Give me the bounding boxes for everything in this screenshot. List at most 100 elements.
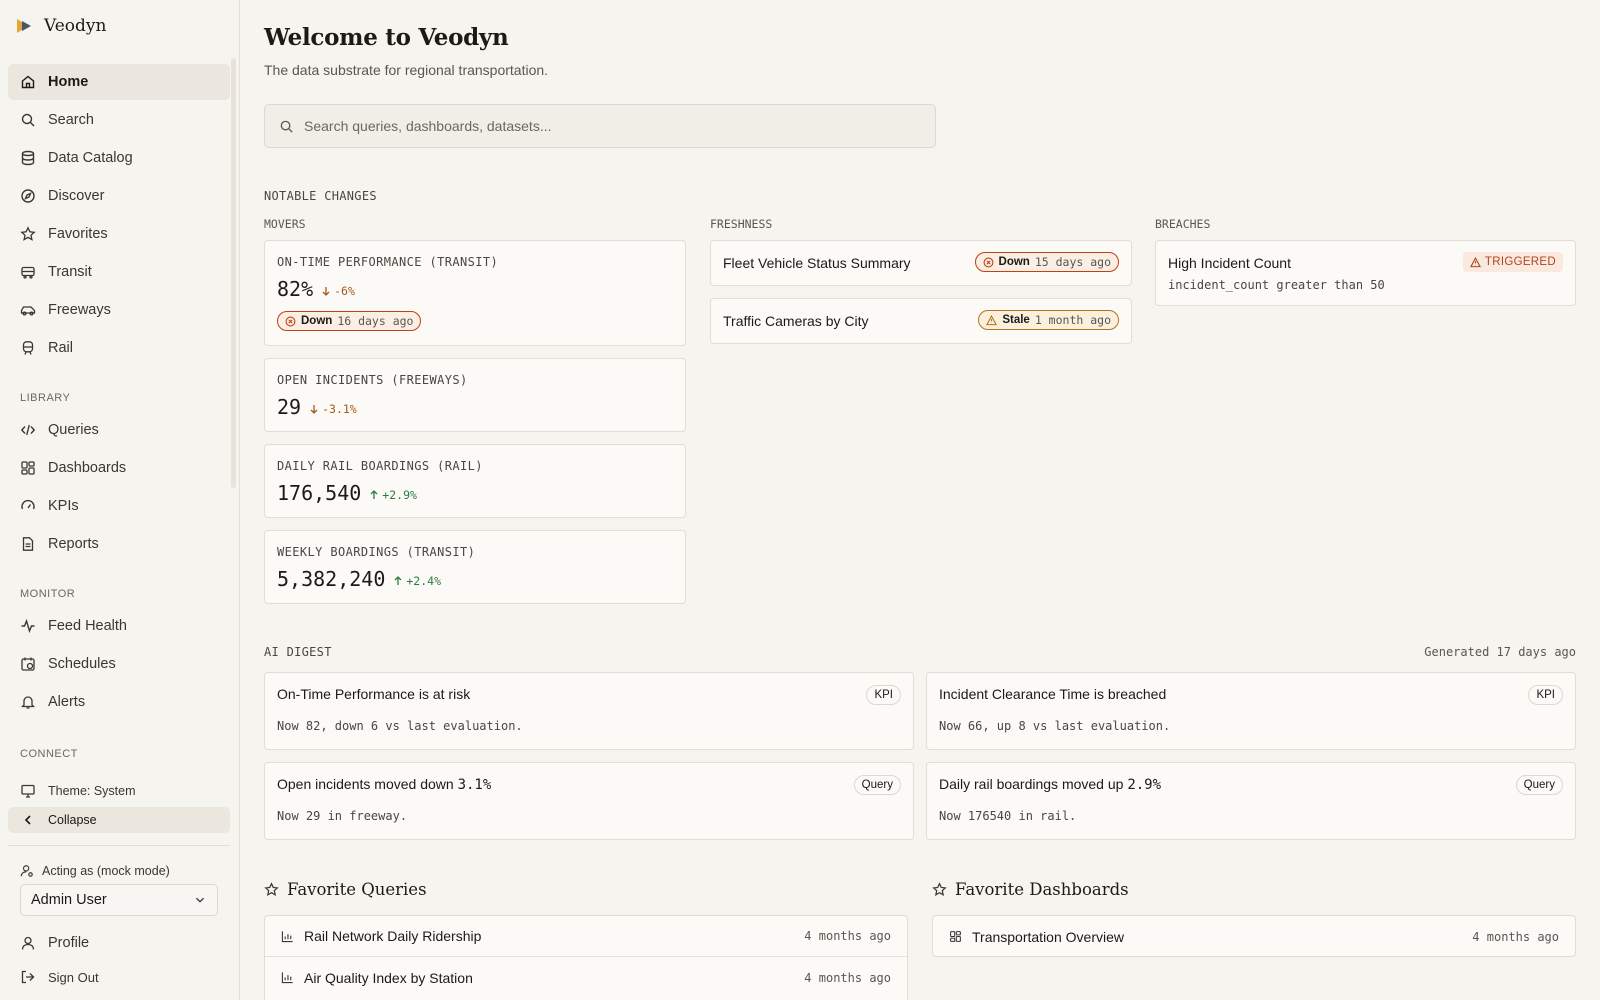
digest-tag: Query — [853, 775, 901, 795]
digest-card[interactable]: On-Time Performance is at risk KPI Now 8… — [264, 672, 914, 750]
sidebar-item-alerts[interactable]: Alerts — [8, 684, 230, 720]
bell-icon — [20, 696, 36, 709]
digest-desc: Now 29 in freeway. — [277, 809, 408, 823]
mover-value: 82% — [277, 277, 314, 301]
gauge-icon — [21, 499, 35, 510]
digest-title: Daily rail boardings moved up 2.9% — [939, 776, 1161, 793]
freshness-name: Traffic Cameras by City — [723, 313, 869, 329]
acting-as-text: Acting as (mock mode) — [42, 864, 170, 878]
mover-value-row: 176,540 +2.9% — [277, 481, 417, 505]
search-icon — [280, 120, 293, 133]
digest-desc: Now 176540 in rail. — [939, 809, 1077, 823]
sidebar-item-data-catalog[interactable]: Data Catalog — [8, 140, 230, 176]
digest-card[interactable]: Daily rail boardings moved up 2.9% Query… — [926, 762, 1576, 840]
mover-card[interactable]: OPEN INCIDENTS (FREEWAYS) 29 -3.1% — [264, 358, 686, 432]
star-icon — [264, 882, 279, 896]
mover-card[interactable]: ON-TIME PERFORMANCE (TRANSIT) 82% -6% Do… — [264, 240, 686, 346]
sidebar-item-label: Data Catalog — [48, 150, 133, 166]
mover-value-row: 5,382,240 +2.4% — [277, 567, 441, 591]
digest-generated: Generated 17 days ago — [1424, 645, 1576, 659]
sidebar-item-favorites[interactable]: Favorites — [8, 216, 230, 252]
mover-value-row: 29 -3.1% — [277, 395, 357, 419]
sidebar-item-label: KPIs — [48, 498, 79, 514]
sidebar-item-sign-out[interactable]: Sign Out — [8, 962, 230, 992]
sidebar-item-dashboards[interactable]: Dashboards — [8, 450, 230, 486]
sidebar-item-feed-health[interactable]: Feed Health — [8, 608, 230, 644]
digest-title-number: 2.9% — [1127, 777, 1162, 793]
sidebar-item-reports[interactable]: Reports — [8, 526, 230, 562]
digest-card[interactable]: Incident Clearance Time is breached KPI … — [926, 672, 1576, 750]
mover-name: ON-TIME PERFORMANCE (TRANSIT) — [277, 255, 499, 269]
theme-label: Theme: System — [48, 784, 136, 798]
arrow-up-icon — [394, 576, 402, 585]
arrow-down-icon — [322, 287, 330, 296]
connect-nav: Theme: System Collapse — [8, 777, 230, 835]
veodyn-logo-icon — [17, 19, 31, 33]
triggered-badge: TRIGGERED — [1462, 252, 1563, 272]
library-nav: Queries Dashboards KPIs Reports — [8, 412, 230, 564]
compass-icon — [21, 189, 35, 203]
status-badge-ago: 16 days ago — [337, 314, 414, 328]
favorite-query-left: Rail Network Daily Ridership — [281, 928, 481, 944]
sidebar-item-label: Freeways — [48, 302, 111, 318]
monitor-nav: Feed Health Schedules Alerts — [8, 608, 230, 722]
sidebar-item-home[interactable]: Home — [8, 64, 230, 100]
freshness-card[interactable]: Traffic Cameras by City Stale 1 month ag… — [710, 298, 1132, 344]
code-icon — [20, 424, 36, 436]
user-icon — [21, 936, 35, 950]
freshness-card[interactable]: Fleet Vehicle Status Summary Down 15 day… — [710, 240, 1132, 286]
collapse-button[interactable]: Collapse — [8, 807, 230, 833]
sidebar-item-label: Search — [48, 112, 94, 128]
sidebar-item-profile[interactable]: Profile — [8, 926, 230, 960]
mover-card[interactable]: DAILY RAIL BOARDINGS (RAIL) 176,540 +2.9… — [264, 444, 686, 518]
sidebar-item-schedules[interactable]: Schedules — [8, 646, 230, 682]
sidebar-item-rail[interactable]: Rail — [8, 330, 230, 366]
sidebar-item-label: Favorites — [48, 226, 108, 242]
mover-delta-text: -6% — [334, 284, 355, 298]
status-badge-ago: 15 days ago — [1034, 255, 1111, 269]
collapse-label: Collapse — [48, 813, 97, 827]
mover-card[interactable]: WEEKLY BOARDINGS (TRANSIT) 5,382,240 +2.… — [264, 530, 686, 604]
favorite-query-row[interactable]: Air Quality Index by Station 4 months ag… — [265, 957, 907, 998]
sidebar-item-label: Reports — [48, 536, 99, 552]
digest-tag: KPI — [1528, 685, 1563, 705]
favorite-query-name: Rail Network Daily Ridership — [304, 928, 482, 944]
favorite-dashboards-list: Transportation Overview 4 months ago — [932, 915, 1576, 957]
theme-toggle[interactable]: Theme: System — [8, 777, 230, 805]
brand-name: Veodyn — [44, 16, 107, 36]
sidebar-item-search[interactable]: Search — [8, 102, 230, 138]
breach-card[interactable]: High Incident Count incident_count great… — [1155, 240, 1576, 306]
favorite-queries-list: Rail Network Daily Ridership 4 months ag… — [264, 915, 908, 1000]
breach-name: High Incident Count — [1168, 255, 1291, 271]
search-input[interactable]: Search queries, dashboards, datasets... — [264, 104, 936, 148]
sidebar-item-discover[interactable]: Discover — [8, 178, 230, 214]
mover-status: Down 16 days ago — [277, 311, 422, 331]
brand[interactable]: Veodyn — [14, 16, 106, 36]
movers-label: MOVERS — [264, 217, 306, 231]
mover-delta: +2.9% — [369, 488, 417, 502]
sidebar-item-queries[interactable]: Queries — [8, 412, 230, 448]
digest-card[interactable]: Open incidents moved down 3.1% Query Now… — [264, 762, 914, 840]
favorite-query-row[interactable]: Rail Network Daily Ridership 4 months ag… — [265, 916, 907, 957]
train-icon — [22, 341, 34, 355]
sidebar-item-transit[interactable]: Transit — [8, 254, 230, 290]
user-select[interactable]: Admin User — [20, 884, 218, 916]
freshness-status: Stale 1 month ago — [978, 310, 1119, 330]
mover-name: OPEN INCIDENTS (FREEWAYS) — [277, 373, 468, 387]
breach-condition: incident_count greater than 50 — [1168, 278, 1385, 292]
database-icon — [21, 150, 35, 166]
sidebar-scrollbar[interactable] — [231, 58, 236, 488]
mover-value: 29 — [277, 395, 302, 419]
sidebar-item-kpis[interactable]: KPIs — [8, 488, 230, 524]
mover-value: 176,540 — [277, 481, 362, 505]
sidebar-item-label: Feed Health — [48, 618, 127, 634]
favorite-dashboard-row[interactable]: Transportation Overview 4 months ago — [933, 916, 1575, 956]
mover-name: WEEKLY BOARDINGS (TRANSIT) — [277, 545, 476, 559]
favorite-query-ago: 4 months ago — [804, 970, 891, 985]
calendar-clock-icon — [21, 657, 35, 671]
file-icon — [22, 537, 34, 551]
page-title: Welcome to Veodyn — [264, 24, 509, 51]
sidebar-item-freeways[interactable]: Freeways — [8, 292, 230, 328]
favorite-query-ago: 4 months ago — [804, 929, 891, 943]
digest-tag: Query — [1515, 775, 1563, 795]
